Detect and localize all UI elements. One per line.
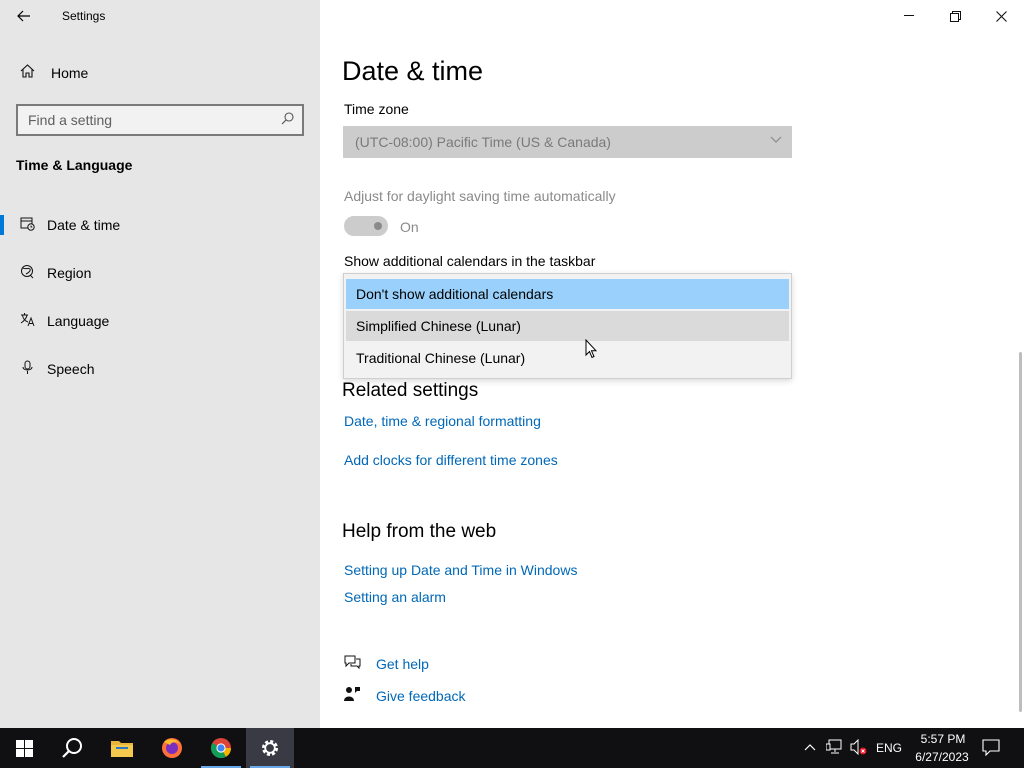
- chevron-down-icon: [770, 133, 782, 147]
- nav-home-label: Home: [51, 65, 89, 81]
- give-feedback-link[interactable]: Give feedback: [376, 688, 466, 704]
- get-help-row[interactable]: Get help: [342, 655, 429, 673]
- link-setting-alarm[interactable]: Setting an alarm: [344, 589, 446, 605]
- calendar-option-none[interactable]: Don't show additional calendars: [346, 279, 789, 309]
- settings-window: Settings Home Time & Language Date & tim…: [0, 0, 1024, 768]
- calendar-option-traditional[interactable]: Traditional Chinese (Lunar): [346, 343, 789, 373]
- calendars-dropdown[interactable]: Don't show additional calendars Simplifi…: [343, 273, 792, 379]
- sidebar: Settings Home Time & Language Date & tim…: [0, 0, 320, 728]
- minimize-button[interactable]: [886, 0, 932, 32]
- taskbar-search-button[interactable]: [48, 728, 96, 768]
- restore-icon: [949, 10, 961, 22]
- active-indicator: [0, 215, 4, 235]
- input-language[interactable]: ENG: [876, 741, 902, 755]
- sidebar-item-label: Region: [47, 265, 92, 281]
- feedback-person-icon: [342, 686, 362, 705]
- calendar-clock-icon: [17, 216, 37, 234]
- show-hidden-icons-icon[interactable]: [804, 739, 816, 754]
- chrome-button[interactable]: [197, 728, 245, 768]
- sidebar-item-speech[interactable]: Speech: [0, 351, 320, 387]
- start-button[interactable]: [0, 728, 48, 768]
- microphone-icon: [17, 360, 37, 378]
- home-icon: [17, 64, 37, 82]
- dst-toggle[interactable]: [344, 216, 388, 236]
- back-arrow-icon: [17, 10, 30, 22]
- sidebar-item-label: Language: [47, 313, 110, 329]
- main-content: Date & time Time zone (UTC-08:00) Pacifi…: [320, 0, 1024, 728]
- settings-taskbar-button[interactable]: [246, 728, 294, 768]
- page-title: Date & time: [342, 56, 484, 86]
- search-icon[interactable]: [281, 112, 294, 128]
- file-explorer-button[interactable]: [98, 728, 146, 768]
- sidebar-item-date-time[interactable]: Date & time: [0, 207, 320, 243]
- nav-home[interactable]: Home: [0, 58, 320, 88]
- link-add-clocks[interactable]: Add clocks for different time zones: [344, 452, 558, 468]
- help-heading: Help from the web: [342, 521, 497, 542]
- toggle-knob: [374, 222, 382, 230]
- sidebar-item-label: Date & time: [47, 217, 121, 233]
- notifications-icon[interactable]: [982, 739, 1000, 759]
- section-title: Time & Language: [16, 157, 133, 173]
- mouse-cursor-icon: [585, 339, 597, 359]
- sidebar-item-language[interactable]: Language: [0, 303, 320, 339]
- time-zone-label: Time zone: [344, 101, 409, 117]
- dst-toggle-state: On: [400, 219, 419, 235]
- time-zone-value: (UTC-08:00) Pacific Time (US & Canada): [355, 134, 611, 150]
- sidebar-item-region[interactable]: Region: [0, 255, 320, 291]
- dst-label: Adjust for daylight saving time automati…: [344, 188, 616, 204]
- link-regional-formatting[interactable]: Date, time & regional formatting: [344, 413, 541, 429]
- vertical-scrollbar[interactable]: [1019, 352, 1022, 712]
- language-icon: [17, 312, 37, 330]
- minimize-icon: [903, 15, 914, 16]
- start-icon: [15, 739, 33, 757]
- settings-icon: [262, 740, 278, 756]
- help-chat-icon: [342, 655, 362, 673]
- search-box[interactable]: [16, 104, 304, 136]
- calendars-label: Show additional calendars in the taskbar: [344, 253, 596, 269]
- back-button[interactable]: [8, 2, 40, 30]
- sidebar-item-label: Speech: [47, 361, 95, 377]
- network-icon[interactable]: [825, 739, 844, 758]
- close-button[interactable]: [978, 0, 1024, 32]
- chrome-icon: [210, 738, 232, 759]
- search-input[interactable]: [28, 112, 268, 128]
- clock-time[interactable]: 5:57 PM: [918, 732, 968, 746]
- globe-icon: [17, 264, 37, 282]
- taskbar: ENG 5:57 PM 6/27/2023: [0, 728, 1024, 768]
- file-explorer-icon: [111, 741, 133, 757]
- restore-button[interactable]: [932, 0, 978, 32]
- related-settings-heading: Related settings: [342, 380, 479, 401]
- close-icon: [995, 10, 1007, 22]
- search-icon: [62, 738, 82, 758]
- calendar-option-simplified[interactable]: Simplified Chinese (Lunar): [346, 311, 789, 341]
- firefox-button[interactable]: [148, 728, 196, 768]
- firefox-icon: [162, 738, 182, 758]
- volume-muted-icon[interactable]: [850, 738, 868, 758]
- give-feedback-row[interactable]: Give feedback: [342, 686, 466, 705]
- get-help-link[interactable]: Get help: [376, 656, 429, 672]
- app-title: Settings: [62, 9, 106, 23]
- time-zone-select[interactable]: (UTC-08:00) Pacific Time (US & Canada): [343, 126, 792, 158]
- link-setting-up-date-time[interactable]: Setting up Date and Time in Windows: [344, 562, 577, 578]
- clock-date[interactable]: 6/27/2023: [912, 750, 972, 764]
